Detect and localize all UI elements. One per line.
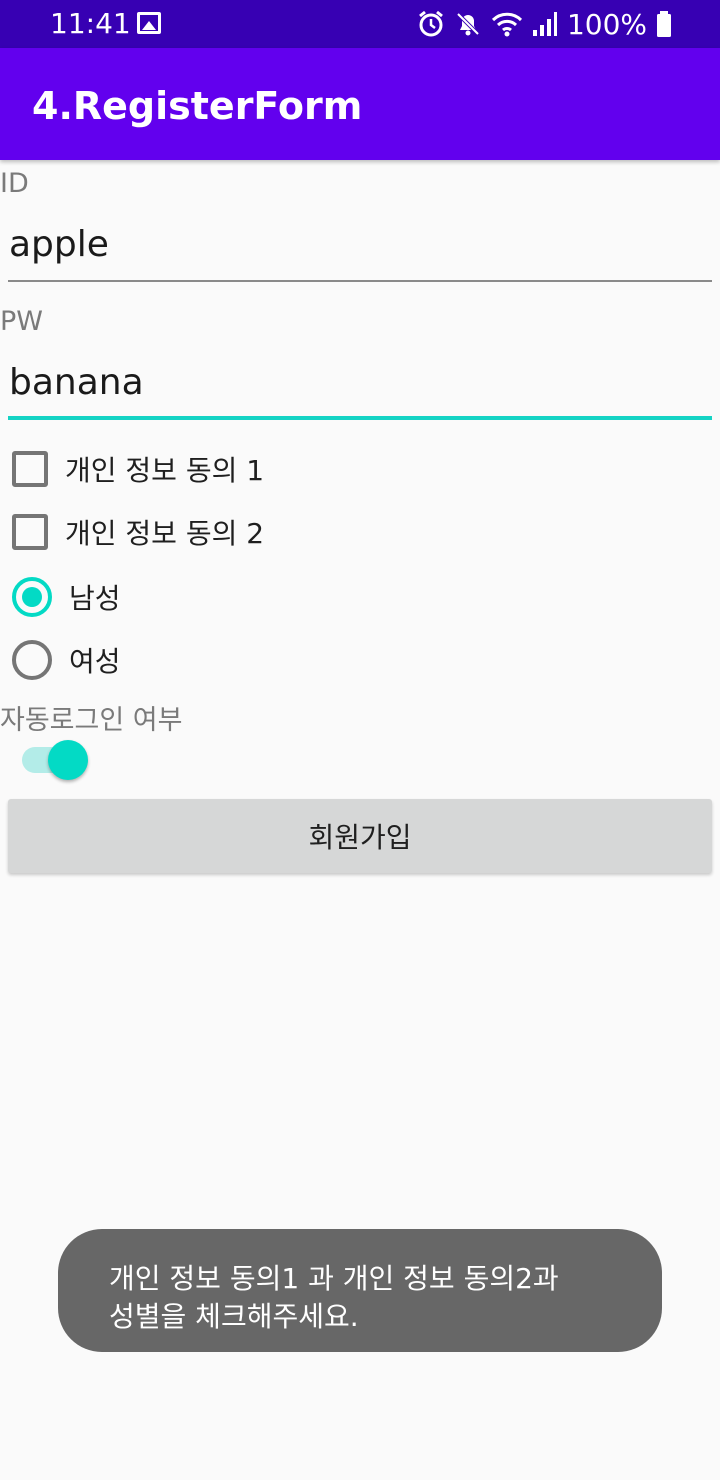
pw-input-value: banana bbox=[9, 362, 144, 403]
register-button[interactable]: 회원가입 bbox=[8, 799, 712, 873]
id-label: ID bbox=[0, 168, 29, 199]
status-time: 11:41 bbox=[50, 7, 131, 40]
app-title: 4.RegisterForm bbox=[32, 84, 363, 128]
checkbox-box[interactable] bbox=[12, 451, 48, 487]
radio-label: 남성 bbox=[69, 582, 121, 615]
gender-radio-male[interactable]: 남성 bbox=[12, 575, 121, 619]
radio-button[interactable] bbox=[12, 577, 52, 617]
autologin-switch[interactable] bbox=[22, 740, 88, 780]
switch-thumb[interactable] bbox=[48, 740, 88, 780]
pw-input-underline bbox=[8, 416, 712, 420]
id-input-value: apple bbox=[9, 224, 109, 265]
toast-message: 개인 정보 동의1 과 개인 정보 동의2과 성별을 체크해주세요. bbox=[58, 1229, 662, 1352]
checkbox-label: 개인 정보 동의 1 bbox=[65, 454, 265, 487]
consent-checkbox-1[interactable]: 개인 정보 동의 1 bbox=[12, 447, 264, 491]
alarm-icon bbox=[419, 10, 443, 37]
toast-line-2: 성별을 체크해주세요. bbox=[109, 1300, 359, 1333]
pw-label: PW bbox=[0, 306, 43, 337]
status-bar: 11:41 100% bbox=[0, 0, 720, 48]
toast-line-1: 개인 정보 동의1 과 개인 정보 동의2과 bbox=[109, 1262, 559, 1295]
radio-button[interactable] bbox=[12, 640, 52, 680]
gender-radio-female[interactable]: 여성 bbox=[12, 638, 121, 682]
autologin-label: 자동로그인 여부 bbox=[0, 705, 183, 736]
battery-text: 100% bbox=[566, 7, 647, 41]
status-icons: 100% bbox=[417, 7, 672, 41]
checkbox-box[interactable] bbox=[12, 514, 48, 550]
checkbox-label: 개인 정보 동의 2 bbox=[65, 517, 265, 550]
wifi-icon bbox=[491, 12, 522, 37]
id-input-underline bbox=[8, 280, 712, 282]
app-bar: 4.RegisterForm bbox=[0, 48, 720, 160]
image-icon bbox=[137, 12, 161, 34]
mute-icon bbox=[456, 12, 480, 36]
battery-icon bbox=[657, 11, 671, 37]
consent-checkbox-2[interactable]: 개인 정보 동의 2 bbox=[12, 510, 264, 554]
pw-input[interactable]: banana bbox=[8, 354, 712, 420]
radio-label: 여성 bbox=[69, 645, 121, 678]
signal-icon bbox=[532, 12, 557, 36]
id-input[interactable]: apple bbox=[8, 216, 712, 282]
